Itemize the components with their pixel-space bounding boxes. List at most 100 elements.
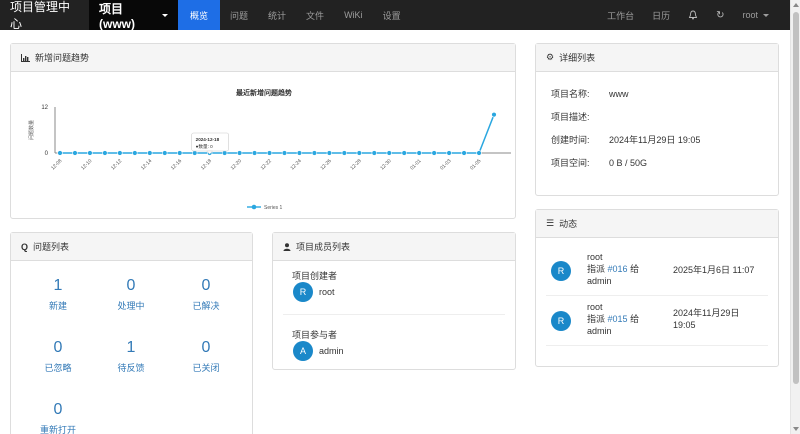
stat-new[interactable]: 1 新建 (28, 277, 88, 312)
stat-label: 已关闭 (192, 363, 220, 373)
activity-verb: 指派 (587, 314, 606, 324)
nav-calendar[interactable]: 日历 (643, 0, 679, 30)
notification-button[interactable] (679, 0, 707, 30)
x-tick-label: 12-20 (230, 158, 243, 171)
creator-name[interactable]: root (319, 287, 335, 297)
activity-target: admin (587, 276, 612, 286)
data-point (296, 150, 303, 156)
members-panel-heading: 项目成员列表 (273, 233, 515, 261)
x-tick-label: 12-08 (50, 158, 63, 171)
nav-tab-overview[interactable]: 概览 (178, 0, 221, 30)
data-point (341, 150, 348, 156)
top-navbar: 项目管理中心 项目 (www) 概览 问题 统计 文件 WiKi 设置 工作台 … (0, 0, 790, 31)
data-point (326, 150, 333, 156)
data-point (177, 150, 183, 156)
user-menu[interactable]: root (733, 0, 778, 30)
data-point (162, 150, 168, 156)
data-point (401, 150, 407, 156)
issues-panel-title: 问题列表 (33, 242, 70, 252)
data-point (371, 150, 377, 156)
caret-down-icon (763, 13, 769, 17)
stat-resolved[interactable]: 0 已解决 (176, 277, 236, 312)
stat-label: 待反馈 (117, 363, 145, 373)
nav-workbench[interactable]: 工作台 (598, 0, 643, 30)
x-tick-label: 12-22 (260, 158, 273, 171)
nav-tab-settings[interactable]: 设置 (373, 0, 411, 30)
stat-closed[interactable]: 0 已关闭 (176, 339, 236, 374)
data-point (356, 150, 363, 156)
x-tick-label: 12-14 (140, 158, 153, 171)
detail-value: www (609, 89, 629, 99)
stat-label: 重新打开 (39, 425, 76, 434)
project-dropdown[interactable]: 项目 (www) (89, 0, 178, 31)
trend-chart: 12 0 问题数量 12-08 12-10 12-12 12-14 12-16 12-18 12-… (28, 105, 511, 211)
creator-label: 项目创建者 (292, 271, 338, 281)
members-panel-title: 项目成员列表 (296, 242, 351, 252)
activity-panel-heading: ☰ 动态 (536, 210, 778, 238)
data-point (386, 150, 392, 156)
activity-target: admin (587, 326, 612, 336)
data-point (191, 150, 198, 156)
activity-action: 指派 #015 给 (587, 313, 639, 325)
data-point (431, 150, 437, 156)
participant-label: 项目参与者 (292, 330, 338, 340)
detail-label: 项目描述: (551, 112, 590, 122)
legend-marker (251, 204, 257, 210)
history-button[interactable]: ↻ (707, 0, 733, 30)
data-point (221, 150, 228, 156)
nav-tab-issues[interactable]: 问题 (220, 0, 258, 30)
y-tick-label: 12 (41, 105, 48, 111)
data-point (416, 150, 422, 156)
data-point (446, 150, 452, 156)
avatar: R (293, 282, 313, 302)
stat-reopened[interactable]: 0 重新打开 (28, 401, 88, 434)
detail-label: 创建时间: (551, 135, 590, 145)
history-icon: ↻ (716, 9, 725, 21)
caret-down-icon (162, 13, 168, 17)
y-tick-label: 0 (45, 151, 49, 157)
tooltip-label: ●数量: 0 (196, 143, 214, 150)
scrollbar-thumb[interactable] (793, 12, 799, 384)
x-tick-label: 12-26 (320, 158, 333, 171)
scroll-up-arrow-icon[interactable] (793, 3, 799, 7)
page-scrollbar[interactable] (790, 0, 800, 434)
activity-to: 给 (630, 264, 640, 274)
issue-link[interactable]: #015 (608, 314, 628, 324)
list-icon: ☰ (546, 218, 555, 228)
issue-link[interactable]: #016 (608, 264, 628, 274)
nav-tab-files[interactable]: 文件 (296, 0, 334, 30)
issues-panel-heading: Q 问题列表 (11, 233, 252, 261)
activity-time: 2025年1月6日 11:07 (673, 265, 755, 275)
activity-time: 2024年11月29日 19:05 (673, 307, 739, 331)
trend-panel: 新增问题趋势 最近新增问题趋势 12 0 问题数量 12-08 12-10 12-12 12… (10, 43, 516, 219)
stat-processing[interactable]: 0 处理中 (101, 277, 161, 312)
x-tick-label: 01-05 (469, 158, 482, 171)
participant-name[interactable]: admin (319, 346, 344, 356)
activity-time-clock: 19:05 (673, 320, 696, 330)
activity-user: root (587, 302, 603, 312)
nav-tab-wiki[interactable]: WiKi (334, 0, 373, 30)
stat-count: 0 (201, 339, 211, 356)
activity-panel-title: 动态 (559, 219, 578, 229)
data-point (117, 150, 123, 156)
data-point (132, 150, 138, 156)
stat-label: 新建 (48, 301, 67, 311)
detail-panel-title: 详细列表 (559, 53, 596, 63)
stat-count: 0 (53, 401, 63, 418)
brand-link[interactable]: 项目管理中心 (0, 0, 89, 31)
stat-count: 0 (53, 339, 63, 356)
scroll-down-arrow-icon[interactable] (793, 427, 799, 431)
avatar: R (551, 311, 571, 331)
navbar-right: 工作台 日历 ↻ root (598, 0, 790, 30)
nav-tab-stats[interactable]: 统计 (258, 0, 296, 30)
project-dropdown-label: 项目 (www) (99, 1, 135, 31)
detail-label: 项目名称: (551, 89, 590, 99)
stat-feedback[interactable]: 1 待反馈 (101, 339, 161, 374)
trend-panel-title: 新增问题趋势 (35, 53, 90, 63)
gear-icon: ⚙ (546, 52, 555, 62)
detail-row-name: 项目名称: www (551, 87, 629, 100)
x-tick-label: 12-30 (379, 158, 392, 171)
user-icon (283, 242, 291, 251)
members-divider (283, 314, 505, 315)
stat-ignored[interactable]: 0 已忽略 (28, 339, 88, 374)
